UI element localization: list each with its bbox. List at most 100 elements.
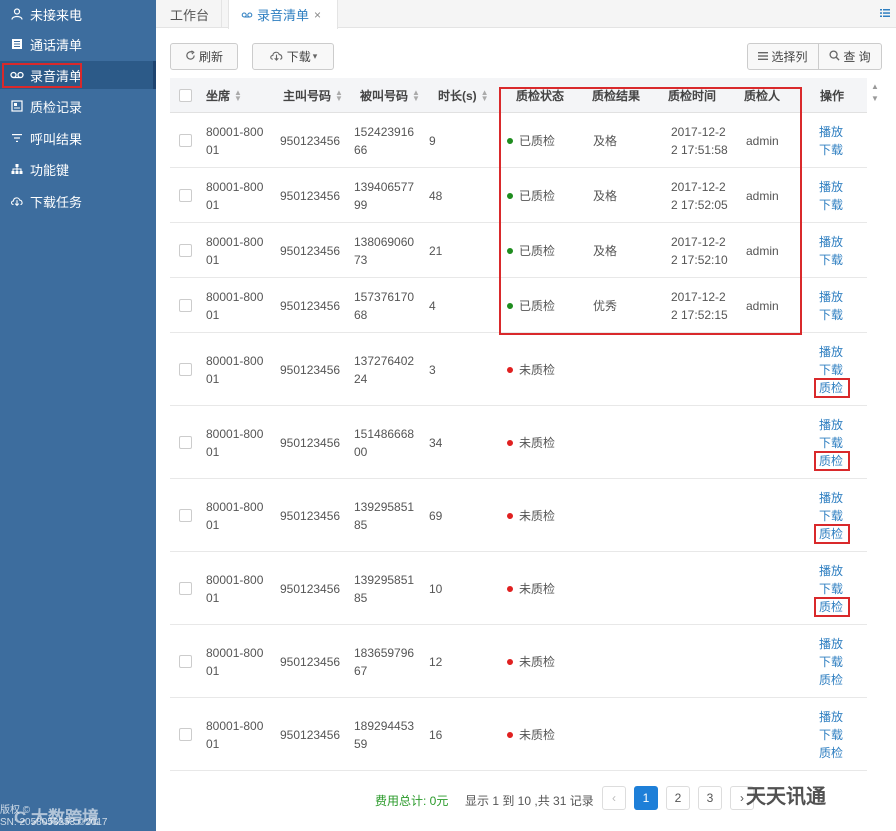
row-checkbox[interactable] [179,509,192,522]
download-link[interactable]: 下载 [819,653,843,671]
download-link[interactable]: 下载 [819,434,843,452]
select-columns-button[interactable]: 选择列 [747,43,819,70]
sidebar-item-download-tasks[interactable]: 下载任务 [0,187,156,215]
sidebar-item-call-results[interactable]: 呼叫结果 [0,124,156,152]
table-row[interactable]: 80001-800 01 950123456 137276402 24 3 未质检 播放 下载质… [170,333,867,406]
download-link[interactable]: 下载 [819,141,843,159]
cell-caller: 950123456 [280,189,341,203]
refresh-button[interactable]: 刷新 [170,43,238,70]
cell-agent: 80001-800 01 [206,425,263,461]
cell-agent-line: 01 [206,372,220,386]
cell-callee-line: 152423916 [354,125,415,139]
qc-link[interactable]: 质检 [819,744,843,762]
download-button[interactable]: 下载 ▾ [252,43,334,70]
cell-duration: 3 [429,363,436,377]
row-checkbox[interactable] [179,582,192,595]
sidebar-item-missed-calls[interactable]: 未接来电 [0,0,156,28]
row-actions: 播放 下载 [819,233,843,269]
query-button[interactable]: 查 询 [818,43,882,70]
cell-agent-line: 80001-800 [206,125,264,139]
table-row[interactable]: 80001-800 01 950123456 139295851 85 10 未质检 播放 下载… [170,552,867,625]
cell-caller: 950123456 [280,509,341,523]
cell-agent-line: 80001-800 [206,646,264,660]
sidebar-item-qc-records[interactable]: 质检记录 [0,92,156,120]
cell-agent-line: 01 [206,664,220,678]
cell-agent: 80001-800 01 [206,571,263,607]
cloud-download-icon [269,50,284,64]
cell-agent: 80001-800 01 [206,288,263,324]
chevron-down-icon: ▾ [312,51,318,61]
page-2-button[interactable]: 2 [666,786,690,810]
row-checkbox[interactable] [179,189,192,202]
download-link[interactable]: 下载 [819,306,843,324]
play-link[interactable]: 播放 [819,489,843,507]
play-link[interactable]: 播放 [819,178,843,196]
cell-callee: 139295851 85 [354,571,414,607]
play-link[interactable]: 播放 [819,343,843,361]
cell-agent: 80001-800 01 [206,123,263,159]
download-link[interactable]: 下载 [819,507,843,525]
prev-page-button[interactable]: ‹ [602,786,626,810]
qc-link[interactable]: 质检 [819,671,843,689]
row-checkbox[interactable] [179,655,192,668]
cell-qc-status: 未质检 [507,653,555,671]
page-3-button[interactable]: 3 [698,786,722,810]
scrollbar[interactable]: ▲ ▼ [869,78,881,768]
cell-callee: 151486668 00 [354,425,414,461]
sidebar-item-label: 未接来电 [30,7,83,23]
play-link[interactable]: 播放 [819,123,843,141]
status-dot-icon [507,585,513,592]
table-row[interactable]: 80001-800 01 950123456 183659796 67 12 未质检 播放 下载… [170,625,867,698]
play-link[interactable]: 播放 [819,416,843,434]
tab-menu-icon[interactable] [880,6,890,21]
sidebar-item-call-list[interactable]: 通话清单 [0,30,156,58]
column-header-callee[interactable]: 被叫号码 ▲ ▼ [360,78,420,113]
cell-callee: 189294453 59 [354,717,414,753]
cell-callee: 183659796 67 [354,644,414,680]
tab-recording-list[interactable]: 录音清单 × [228,0,338,29]
row-checkbox[interactable] [179,134,192,147]
page-1-button[interactable]: 1 [634,786,658,810]
cell-callee: 139295851 85 [354,498,414,534]
play-link[interactable]: 播放 [819,288,843,306]
row-checkbox[interactable] [179,244,192,257]
cell-callee-line: 68 [354,308,368,322]
status-label: 未质检 [519,436,556,450]
scroll-down-icon[interactable]: ▼ [871,94,879,103]
column-header-caller[interactable]: 主叫号码 ▲ ▼ [283,78,343,113]
column-header-agent[interactable]: 坐席 ▲ ▼ [206,78,242,113]
list-icon [758,50,769,64]
play-link[interactable]: 播放 [819,635,843,653]
scroll-up-icon[interactable]: ▲ [871,82,879,91]
play-link[interactable]: 播放 [819,233,843,251]
cell-duration: 34 [429,436,443,450]
download-link[interactable]: 下载 [819,251,843,269]
close-icon[interactable]: × [314,8,321,22]
row-checkbox[interactable] [179,363,192,376]
row-checkbox[interactable] [179,436,192,449]
play-link[interactable]: 播放 [819,708,843,726]
cell-callee-line: 59 [354,737,368,751]
download-link[interactable]: 下载 [819,726,843,744]
select-all-checkbox[interactable] [179,89,192,102]
table-row[interactable]: 80001-800 01 950123456 189294453 59 16 未质检 播放 下载… [170,698,867,771]
sidebar-item-function-keys[interactable]: 功能键 [0,155,156,183]
cell-callee-line: 157376170 [354,290,415,304]
cell-caller: 950123456 [280,363,341,377]
play-link[interactable]: 播放 [819,562,843,580]
download-link[interactable]: 下载 [819,580,843,598]
sidebar: 未接来电 通话清单 录音清单 质检记录 呼叫结果 功能键 下载任务 版权 © S… [0,0,156,831]
tab-workbench[interactable]: 工作台 [158,0,223,28]
sort-icon: ▲ ▼ [234,87,242,103]
table-row[interactable]: 80001-800 01 950123456 151486668 00 34 未质检 播放 下载… [170,406,867,479]
download-link[interactable]: 下载 [819,196,843,214]
cell-agent-line: 01 [206,518,220,532]
cell-qc-status: 未质检 [507,580,555,598]
download-link[interactable]: 下载 [819,361,843,379]
row-checkbox[interactable] [179,299,192,312]
column-header-duration[interactable]: 时长(s) ▲ ▼ [438,78,489,113]
watermark-text: 天天讯通 [746,786,826,808]
status-label: 未质检 [519,582,556,596]
row-checkbox[interactable] [179,728,192,741]
table-row[interactable]: 80001-800 01 950123456 139295851 85 69 未质检 播放 下载… [170,479,867,552]
